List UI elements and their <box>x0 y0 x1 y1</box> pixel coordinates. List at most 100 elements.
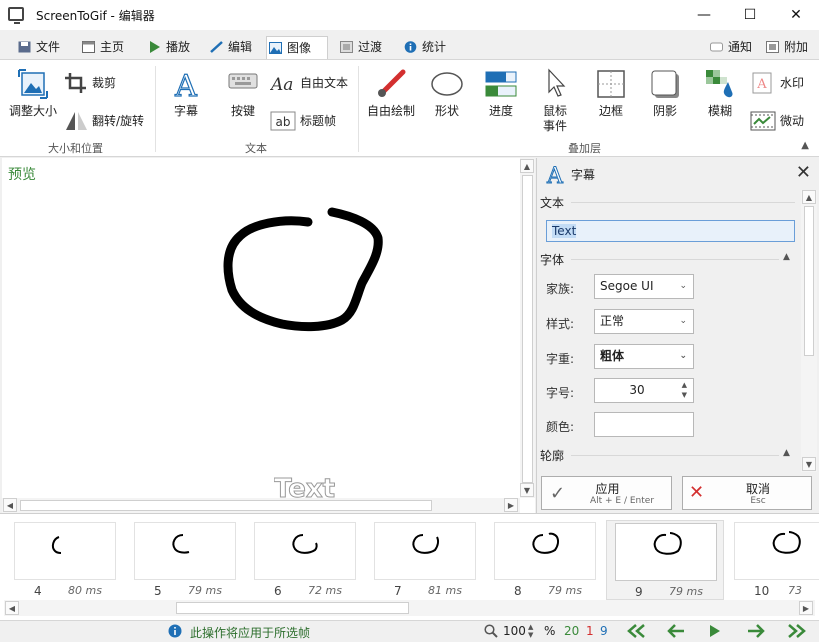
tab-edit[interactable]: 编辑 <box>208 36 252 60</box>
close-button[interactable]: ✕ <box>773 0 819 30</box>
frame-item[interactable]: 5 79 ms <box>126 520 244 600</box>
minimize-button[interactable]: — <box>681 0 727 30</box>
watermark-label: 水印 <box>780 76 805 90</box>
mouse-events-button[interactable]: 鼠标 事件 <box>532 68 578 134</box>
tab-image[interactable]: 图像 <box>266 36 328 60</box>
cinemagraph-button[interactable]: 微动 <box>750 110 804 132</box>
frame-delay: 80 ms <box>68 584 102 597</box>
tab-statistics[interactable]: 统计 <box>402 36 446 60</box>
frame-item-selected[interactable]: 9 79 ms <box>606 520 724 600</box>
play-icon[interactable] <box>708 624 722 638</box>
frame-delay: 72 ms <box>308 584 342 597</box>
blur-button[interactable]: 模糊 <box>697 68 743 119</box>
watermark-button[interactable]: A 水印 <box>750 72 804 94</box>
tab-play[interactable]: 播放 <box>146 36 190 60</box>
notifications-label: 通知 <box>728 40 753 54</box>
tab-home[interactable]: 主页 <box>80 36 124 60</box>
shapes-button[interactable]: 形状 <box>424 68 470 119</box>
keystrokes-button[interactable]: 按键 <box>220 68 266 119</box>
crop-button[interactable]: 裁剪 <box>64 72 116 94</box>
section-divider <box>571 455 779 456</box>
text-group-label: 文本 <box>245 142 267 155</box>
caption-icon: A <box>546 164 565 186</box>
frames-horizontal-scrollbar[interactable]: ◀ ▶ <box>4 600 815 616</box>
chevron-down-icon: ⌄ <box>679 316 687 326</box>
frame-item[interactable]: 6 72 ms <box>246 520 364 600</box>
scroll-down-icon[interactable]: ▼ <box>802 457 816 471</box>
shadow-button[interactable]: 阴影 <box>642 68 688 119</box>
watermark-icon: A <box>752 72 772 94</box>
caption-overlay-text: Text <box>274 476 336 498</box>
border-button[interactable]: 边框 <box>588 68 634 119</box>
caption-button[interactable]: A 字幕 <box>163 68 209 119</box>
scroll-thumb[interactable] <box>804 206 814 356</box>
frame-item[interactable]: 8 79 ms <box>486 520 604 600</box>
tab-image-label: 图像 <box>287 41 312 55</box>
tab-file-label: 文件 <box>36 40 61 54</box>
font-section-title: 字体 <box>540 253 565 267</box>
free-drawing-label: 自由绘制 <box>366 104 415 118</box>
caption-icon: A <box>174 68 198 100</box>
frame-item[interactable]: 4 80 ms <box>6 520 124 600</box>
zoom-stepper-icon[interactable]: ▲ ▼ <box>528 623 533 639</box>
free-drawing-button[interactable]: 自由绘制 <box>362 68 420 119</box>
progress-button[interactable]: 进度 <box>478 68 524 119</box>
extras-button[interactable]: 附加 <box>764 36 808 60</box>
flip-rotate-icon <box>66 112 87 130</box>
flip-rotate-button[interactable]: 翻转/旋转 <box>64 110 144 132</box>
scroll-down-icon[interactable]: ▼ <box>520 483 534 497</box>
apply-button[interactable]: ✓ 应用 Alt + E / Enter <box>541 476 672 510</box>
collapse-outline-icon[interactable]: ▲ <box>783 448 790 458</box>
scroll-left-icon[interactable]: ◀ <box>5 601 19 615</box>
scroll-thumb[interactable] <box>522 175 533 483</box>
stepper-arrows-icon[interactable]: ▲ ▼ <box>682 380 687 400</box>
scroll-right-icon[interactable]: ▶ <box>799 601 813 615</box>
zoom-input[interactable]: 100 <box>503 624 526 638</box>
scroll-up-icon[interactable]: ▲ <box>520 159 534 173</box>
scroll-right-icon[interactable]: ▶ <box>504 498 518 512</box>
font-style-select[interactable]: 正常 ⌄ <box>594 309 694 334</box>
font-family-select[interactable]: Segoe UI ⌄ <box>594 274 694 299</box>
collapse-font-icon[interactable]: ▲ <box>783 252 790 262</box>
scroll-up-icon[interactable]: ▲ <box>802 190 816 204</box>
cancel-button[interactable]: ✕ 取消 Esc <box>682 476 812 510</box>
ellipse-shape-icon <box>431 72 463 96</box>
play-icon <box>150 41 160 53</box>
caption-text-input[interactable]: Text <box>546 220 795 242</box>
next-frame-icon[interactable] <box>746 624 766 638</box>
panel-vertical-scrollbar[interactable]: ▲ ▼ <box>801 190 817 472</box>
home-icon <box>82 41 95 53</box>
scroll-thumb[interactable] <box>20 500 432 511</box>
tab-file[interactable]: 文件 <box>16 36 60 60</box>
preview-horizontal-scrollbar[interactable]: ◀ ▶ <box>2 498 520 513</box>
maximize-button[interactable]: ☐ <box>727 0 773 30</box>
apply-label: 应用 <box>595 482 620 496</box>
frame-thumbnail <box>374 522 476 580</box>
collapse-ribbon-icon[interactable]: ▲ <box>801 140 809 151</box>
close-panel-icon[interactable]: ✕ <box>796 162 811 183</box>
font-size-stepper[interactable]: 30 ▲ ▼ <box>594 378 694 403</box>
scroll-thumb[interactable] <box>176 602 409 614</box>
notifications-button[interactable]: 通知 <box>708 36 752 60</box>
font-weight-select[interactable]: 粗体 ⌄ <box>594 344 694 369</box>
title-frame-button[interactable]: ab 标题帧 <box>270 110 336 132</box>
svg-text:A: A <box>174 69 197 100</box>
cancel-shortcut: Esc <box>750 496 766 506</box>
scroll-left-icon[interactable]: ◀ <box>3 498 17 512</box>
free-text-button[interactable]: Aa 自由文本 <box>270 72 348 94</box>
font-color-picker[interactable] <box>594 412 694 437</box>
tab-transitions[interactable]: 过渡 <box>338 36 382 60</box>
frame-delay: 79 ms <box>188 584 222 597</box>
transition-icon <box>340 41 353 53</box>
last-frame-icon[interactable] <box>786 624 808 638</box>
preview-vertical-scrollbar[interactable]: ▲ ▼ <box>520 158 535 498</box>
resize-button[interactable]: 调整大小 <box>4 68 62 119</box>
mouse-events-label-2: 事件 <box>542 119 567 133</box>
frame-item[interactable]: 7 81 ms <box>366 520 484 600</box>
section-divider <box>571 259 779 260</box>
info-icon <box>404 41 417 53</box>
previous-frame-icon[interactable] <box>666 624 686 638</box>
frame-item[interactable]: 10 73 ms <box>726 520 819 600</box>
font-weight-value: 粗体 <box>600 349 625 363</box>
first-frame-icon[interactable] <box>625 624 647 638</box>
